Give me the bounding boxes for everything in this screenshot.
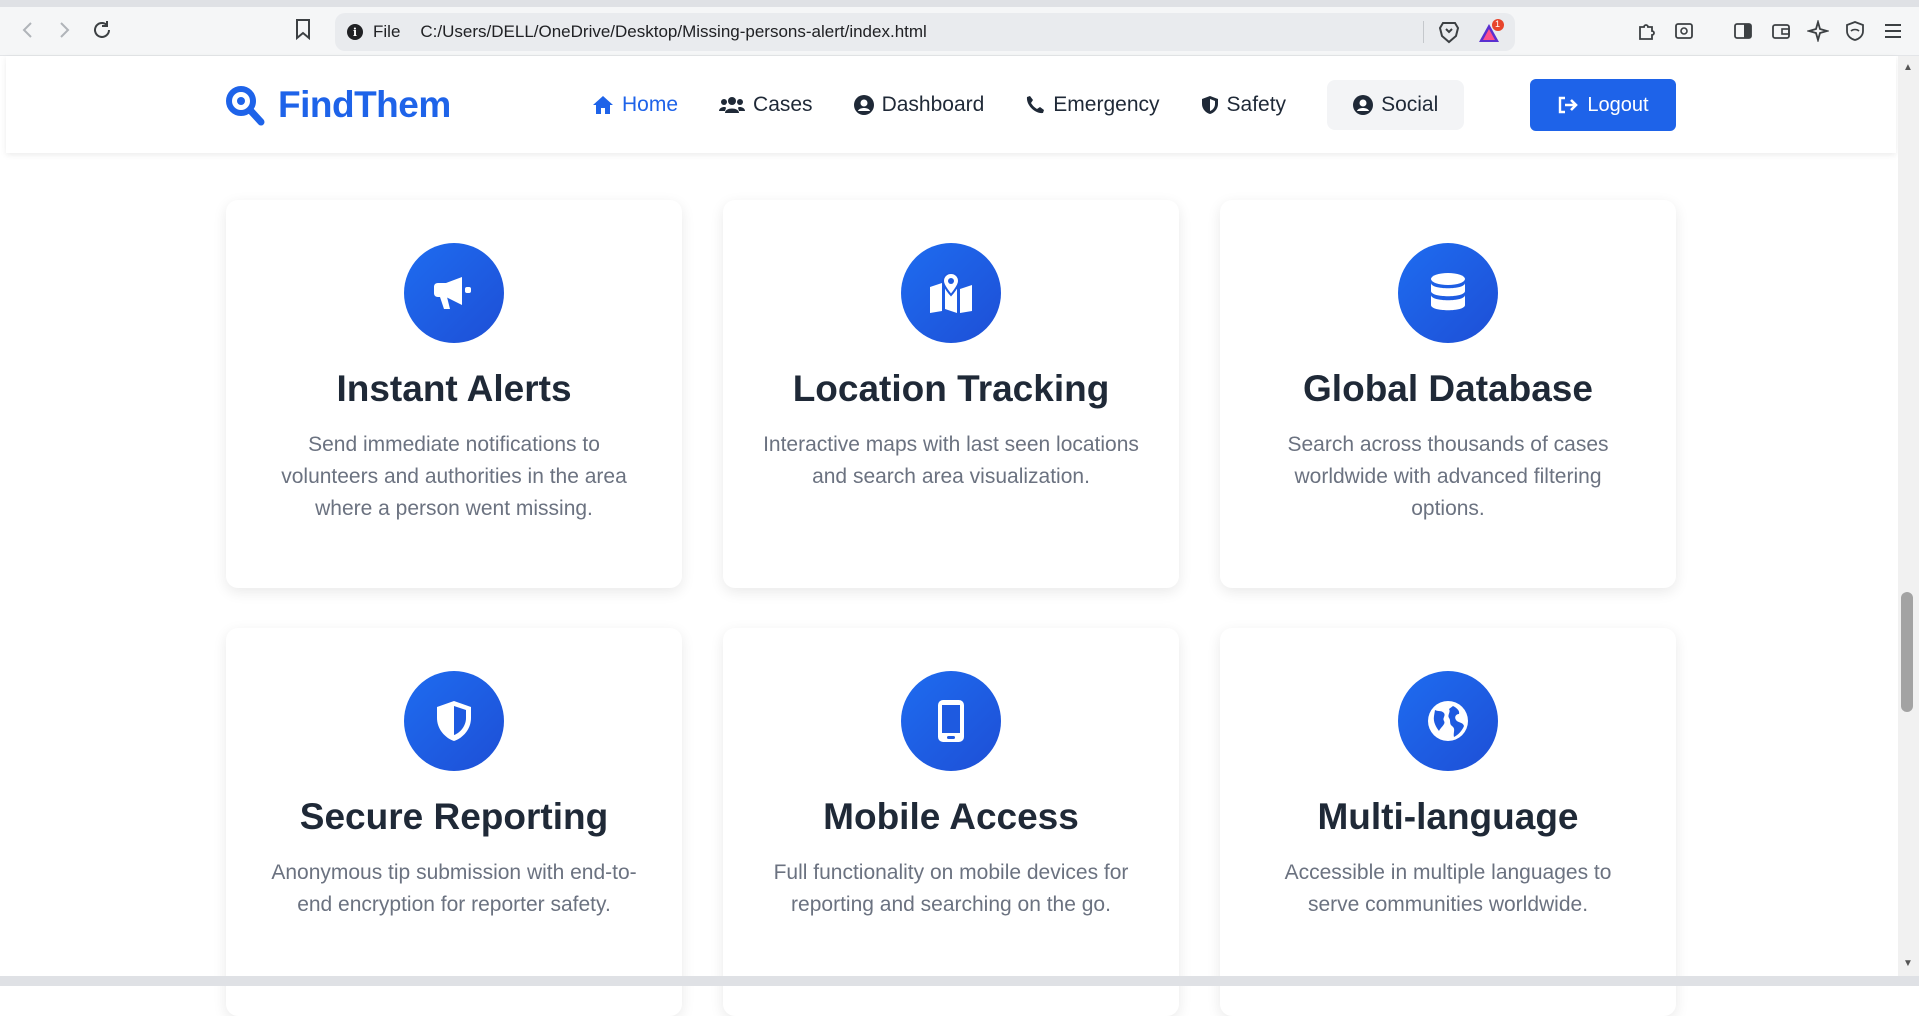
nav-item-home[interactable]: Home [592, 80, 678, 130]
info-icon[interactable]: i [347, 24, 363, 40]
card-title: Global Database [1303, 368, 1593, 409]
reader-mode-icon[interactable] [1673, 20, 1695, 42]
forward-button[interactable] [52, 18, 76, 42]
scroll-up-arrow[interactable]: ▲ [1901, 62, 1915, 76]
chevron-left-icon [22, 22, 32, 38]
wallet-icon[interactable] [1770, 20, 1792, 42]
card-title: Multi-language [1317, 796, 1579, 837]
logout-label: Logout [1587, 93, 1649, 116]
brave-rewards-icon[interactable]: 1 [1477, 18, 1505, 46]
nav-label: Cases [753, 93, 813, 116]
feature-card-location-tracking: Location Tracking Interactive maps with … [723, 200, 1179, 588]
logo[interactable]: FindThem [224, 84, 451, 126]
card-description: Accessible in multiple languages to serv… [1284, 861, 1612, 916]
url-text[interactable]: C:/Users/DELL/OneDrive/Desktop/Missing-p… [420, 22, 926, 42]
feature-card-secure-reporting: Secure Reporting Anonymous tip submissio… [226, 628, 682, 1016]
reload-button[interactable] [90, 18, 114, 42]
vpn-shield-icon[interactable] [1844, 20, 1866, 42]
brave-shields-icon[interactable] [1437, 20, 1461, 44]
card-title: Location Tracking [792, 368, 1110, 409]
phone-icon [1027, 96, 1045, 114]
notification-badge: 1 [1495, 19, 1501, 29]
status-bar [0, 976, 1919, 986]
nav-item-safety[interactable]: Safety [1201, 80, 1287, 130]
user-circle-icon [1353, 95, 1374, 115]
reload-icon [94, 21, 110, 38]
users-icon [719, 97, 746, 113]
card-description: Full functionality on mobile devices for… [773, 861, 1129, 916]
feature-card-instant-alerts: Instant Alerts Send immediate notificati… [226, 200, 682, 588]
card-title: Secure Reporting [299, 796, 609, 837]
site-header: FindThem Home Cases Dashboard Emergency … [6, 56, 1896, 153]
menu-icon[interactable] [1882, 20, 1904, 42]
main-nav: Home Cases Dashboard Emergency Safety So… [592, 80, 1504, 130]
browser-toolbar: i File C:/Users/DELL/OneDrive/Desktop/Mi… [0, 0, 1919, 56]
nav-label: Dashboard [881, 93, 985, 116]
nav-item-cases[interactable]: Cases [719, 80, 813, 130]
feature-card-multi-language: Multi-language Accessible in multiple la… [1220, 628, 1676, 1016]
address-bar[interactable]: i File C:/Users/DELL/OneDrive/Desktop/Mi… [335, 13, 1515, 51]
home-icon [593, 96, 613, 114]
bookmark-icon [296, 19, 310, 41]
shield-icon [404, 671, 504, 771]
scrollbar-thumb[interactable] [1901, 592, 1913, 712]
card-title: Instant Alerts [336, 368, 572, 409]
map-pin-icon [901, 243, 1001, 343]
scrollbar-track[interactable] [1898, 56, 1919, 976]
nav-label: Social [1381, 93, 1439, 116]
address-bar-divider [1423, 21, 1424, 43]
nav-item-emergency[interactable]: Emergency [1025, 80, 1160, 130]
mobile-icon [901, 671, 1001, 771]
chevron-right-icon [60, 22, 70, 38]
scroll-down-arrow[interactable]: ▼ [1901, 958, 1915, 972]
card-description: Interactive maps with last seen location… [763, 433, 1139, 488]
feature-card-mobile-access: Mobile Access Full functionality on mobi… [723, 628, 1179, 1016]
browser-tab-strip [0, 0, 1919, 7]
globe-icon [1398, 671, 1498, 771]
bookmark-button[interactable] [294, 18, 318, 42]
card-description: Search across thousands of cases worldwi… [1287, 433, 1609, 520]
search-icon [226, 86, 265, 126]
nav-item-dashboard[interactable]: Dashboard [853, 80, 985, 130]
logo-text: FindThem [278, 84, 451, 125]
nav-label: Safety [1226, 93, 1287, 116]
card-description: Send immediate notifications to voluntee… [281, 433, 627, 520]
logout-button[interactable]: Logout [1530, 79, 1676, 131]
card-title: Mobile Access [823, 796, 1079, 837]
url-scheme: File [373, 22, 401, 41]
sidebar-toggle-icon[interactable] [1732, 20, 1754, 42]
user-circle-icon [853, 95, 874, 115]
nav-label: Home [622, 93, 679, 116]
extensions-icon[interactable] [1636, 20, 1658, 42]
nav-item-social[interactable]: Social [1327, 80, 1465, 130]
back-button[interactable] [16, 18, 40, 42]
card-description: Anonymous tip submission with end-to-end… [271, 861, 637, 916]
megaphone-icon [404, 243, 504, 343]
feature-card-global-database: Global Database Search across thousands … [1220, 200, 1676, 588]
leo-ai-icon[interactable] [1805, 18, 1831, 44]
database-icon [1398, 243, 1498, 343]
nav-label: Emergency [1053, 93, 1160, 116]
sign-out-icon [1559, 96, 1579, 114]
shield-icon [1201, 96, 1218, 114]
